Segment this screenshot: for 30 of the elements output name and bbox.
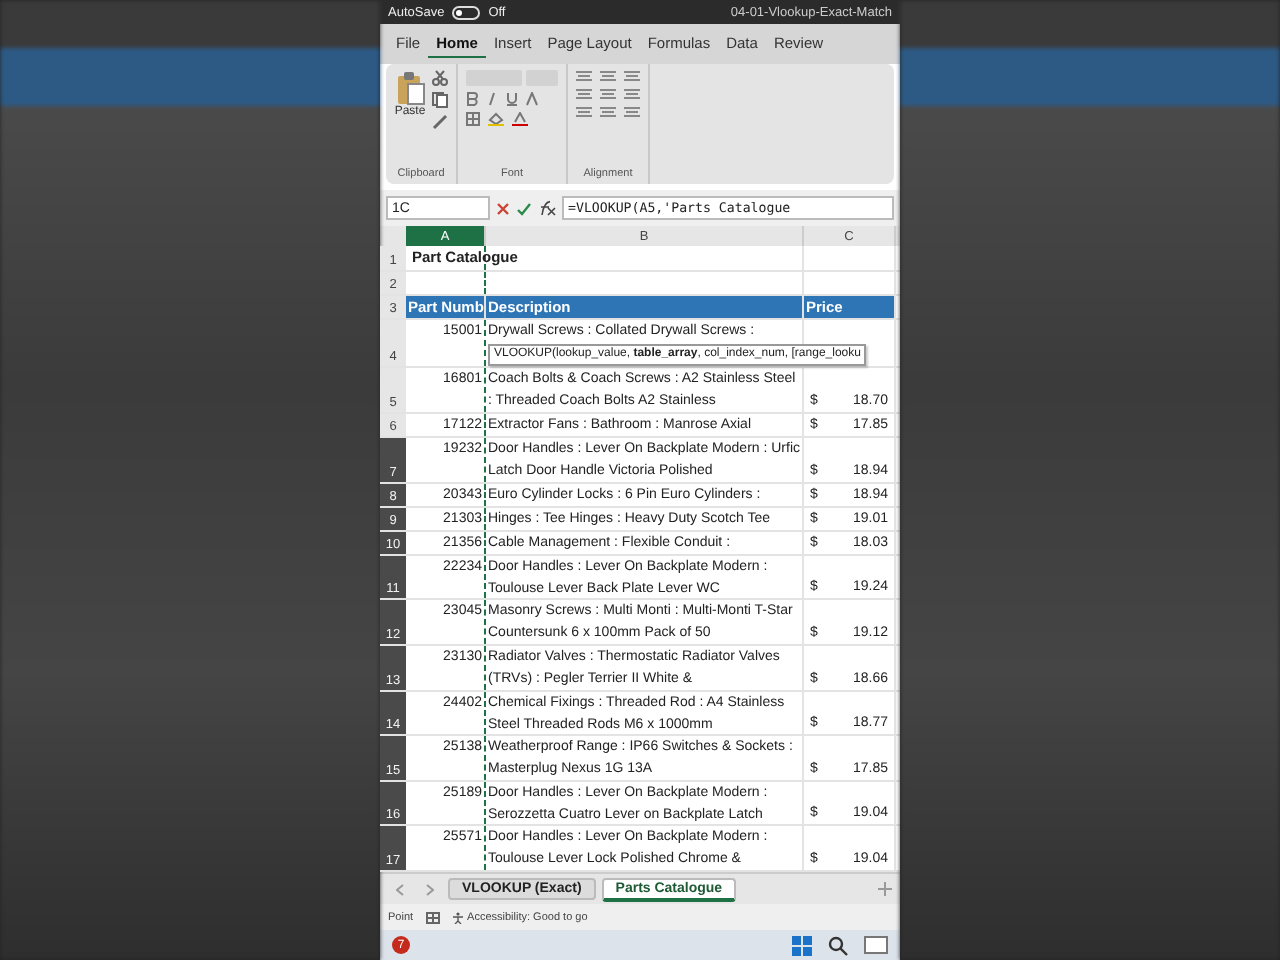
function-icon[interactable]	[538, 200, 556, 216]
align-lines-icon[interactable]	[576, 70, 592, 82]
align-lines-icon[interactable]	[600, 88, 616, 100]
align-lines-icon[interactable]	[624, 106, 640, 118]
clipboard-icon	[394, 70, 426, 106]
align-lines-icon[interactable]	[600, 70, 616, 82]
cell-mode-icon	[425, 911, 440, 923]
bold-icon[interactable]	[466, 92, 478, 106]
borders-icon[interactable]	[466, 112, 480, 126]
plus-icon[interactable]	[878, 882, 892, 896]
fill-color-icon[interactable]	[488, 112, 504, 126]
search-icon[interactable]	[828, 935, 848, 955]
confirm-icon[interactable]	[516, 201, 532, 215]
chevron-right-icon	[426, 883, 434, 895]
window-thumbnail-icon[interactable]	[864, 936, 888, 954]
accessibility-icon	[451, 911, 464, 923]
copy-icon[interactable]	[432, 92, 448, 108]
italic-icon[interactable]	[486, 92, 498, 106]
align-lines-icon[interactable]	[576, 106, 592, 118]
align-lines-icon[interactable]	[624, 70, 640, 82]
autosave-toggle[interactable]	[452, 5, 481, 19]
cancel-icon[interactable]	[496, 201, 510, 215]
scissors-icon[interactable]	[432, 70, 448, 86]
align-lines-icon[interactable]	[576, 88, 592, 100]
windows-icon[interactable]	[792, 935, 812, 955]
align-lines-icon[interactable]	[600, 106, 616, 118]
font-color-icon[interactable]	[512, 112, 528, 126]
align-lines-icon[interactable]	[624, 88, 640, 100]
chevron-left-icon	[396, 883, 404, 895]
underline-icon[interactable]	[506, 92, 518, 106]
